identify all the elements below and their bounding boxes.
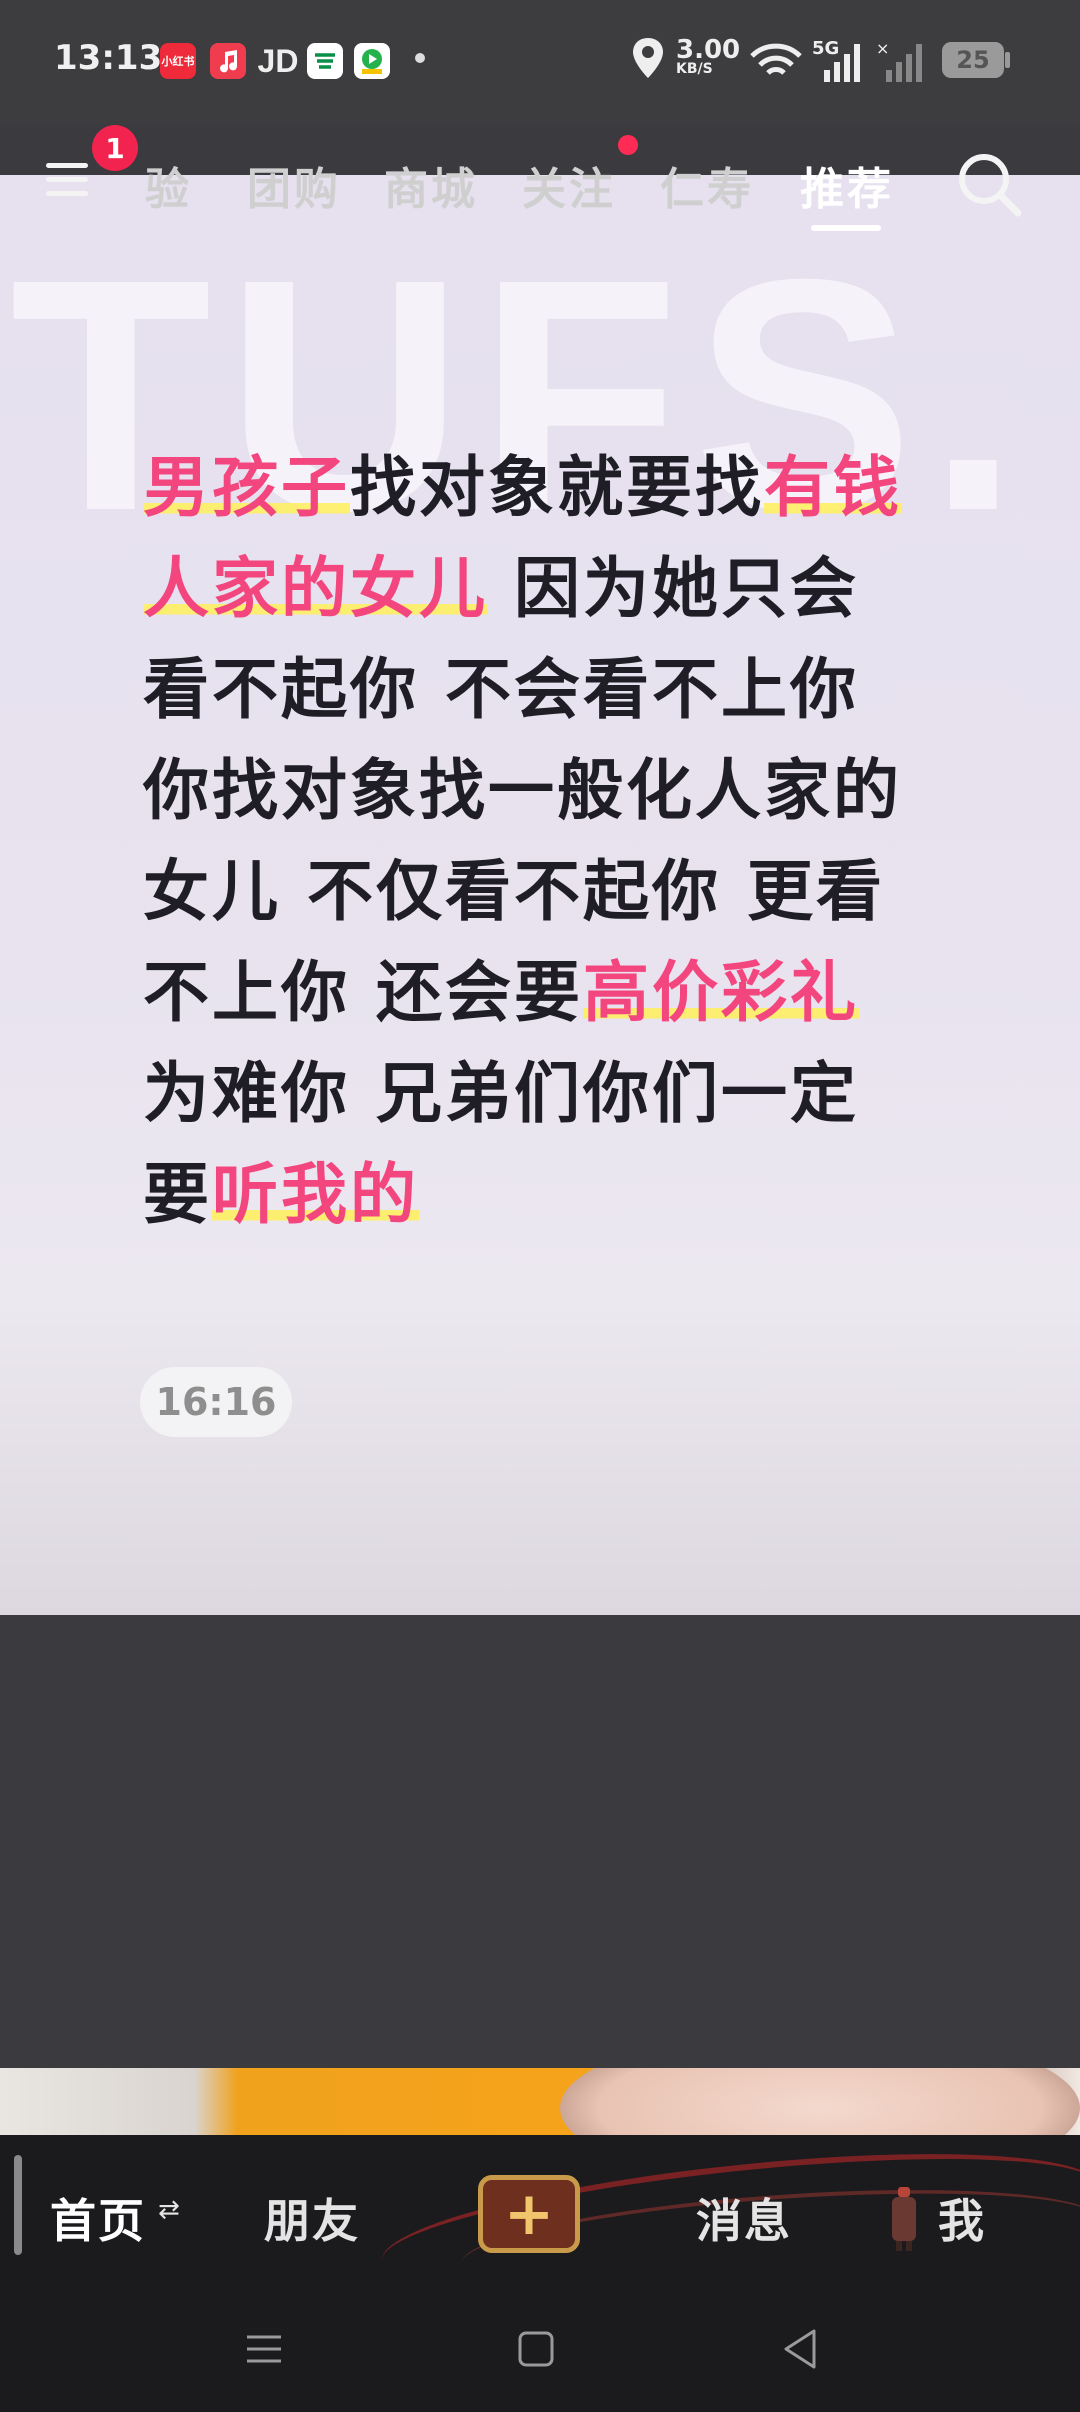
preview-image: [560, 2068, 1080, 2136]
active-tab-indicator: [811, 225, 881, 231]
create-button[interactable]: +: [478, 2175, 580, 2253]
body-text: 因为她只会: [488, 550, 859, 627]
post-text-line: 不上你 还会要高价彩礼: [143, 942, 963, 1043]
top-nav: 1 验 团购 商城 关注 仁寿 推荐: [0, 125, 1080, 231]
following-red-dot: [618, 135, 638, 155]
tab-recommend[interactable]: 推荐: [800, 153, 894, 217]
menu-line: [46, 163, 88, 168]
post-text-line: 女儿 不仅看不起你 更看: [143, 841, 963, 942]
more-notifications-dot: [415, 53, 425, 63]
highlighted-text: 有钱: [764, 449, 902, 526]
network-speed: 3.00 KB/S: [676, 35, 741, 77]
body-text: 为难你 兄弟们你们一定: [143, 1055, 859, 1132]
tab-friends[interactable]: 朋友: [264, 2185, 360, 2251]
tab-experience[interactable]: 验: [145, 153, 192, 217]
signal-icon-2: ×: [876, 40, 922, 82]
body-text: 不上你 还会要: [143, 954, 583, 1031]
side-handle[interactable]: [14, 2155, 22, 2255]
battery-icon: 25: [942, 42, 1004, 78]
status-time: 13:13: [54, 38, 163, 78]
svg-text:×: ×: [876, 40, 889, 58]
tab-me[interactable]: 我: [938, 2185, 986, 2251]
body-text: 你找对象找一般化人家的: [143, 752, 902, 829]
back-icon[interactable]: [780, 2327, 820, 2371]
xiaohongshu-app-icon: 小红书: [160, 43, 196, 79]
highlighted-text: 男孩子: [143, 449, 350, 526]
search-icon[interactable]: [950, 145, 1030, 225]
post-text: 男孩子找对象就要找有钱 人家的女儿 因为她只会 看不起你 不会看不上你 你找对象找一般…: [143, 437, 963, 1245]
status-bar: 13:13 小红书 JD 3.00 KB/S 5G × 25: [0, 0, 1080, 125]
bottom-tab-bar: 首页 ⇄ 朋友 + 消息 我: [0, 2135, 1080, 2285]
tab-renshou[interactable]: 仁寿: [660, 153, 754, 217]
tab-messages[interactable]: 消息: [696, 2185, 792, 2251]
tab-mall[interactable]: 商城: [384, 153, 478, 217]
plus-icon: +: [503, 2179, 555, 2249]
body-text: 要: [143, 1156, 212, 1233]
recent-apps-icon[interactable]: [244, 2329, 284, 2369]
post-text-line: 为难你 兄弟们你们一定: [143, 1043, 963, 1144]
jd-app-icon: JD: [257, 42, 299, 79]
post-app-icon: [307, 43, 343, 79]
time-tag: 16:16: [140, 1367, 292, 1437]
post-card[interactable]: TUFS. 男孩子找对象就要找有钱 人家的女儿 因为她只会 看不起你 不会看不上你你…: [0, 175, 1080, 1615]
post-text-line: 你找对象找一般化人家的: [143, 740, 963, 841]
battery-tip: [1005, 52, 1010, 68]
body-text: 找对象就要找: [350, 449, 764, 526]
body-text: 看不起你 不会看不上你: [143, 651, 859, 728]
music-app-icon: [210, 43, 246, 79]
swap-icon[interactable]: ⇄: [158, 2195, 180, 2225]
tab-group-buy[interactable]: 团购: [247, 153, 341, 217]
system-nav-bar: [0, 2285, 1080, 2412]
menu-notification-badge: 1: [92, 125, 138, 171]
menu-button[interactable]: [40, 155, 100, 205]
wifi-icon: [750, 43, 802, 75]
location-icon: [633, 38, 663, 78]
me-decoration-icon: [892, 2187, 916, 2251]
tab-home[interactable]: 首页: [50, 2185, 146, 2251]
highlighted-text: 人家的女儿: [143, 550, 488, 627]
home-icon[interactable]: [516, 2329, 556, 2369]
signal-icon-1: [824, 44, 860, 82]
post-text-line: 男孩子找对象就要找有钱: [143, 437, 963, 538]
video-letterbox: [0, 1615, 1080, 2070]
menu-line: [46, 177, 88, 182]
menu-line: [46, 191, 88, 196]
video-app-icon: [354, 43, 390, 79]
highlighted-text: 高价彩礼: [582, 954, 859, 1031]
post-text-line: 人家的女儿 因为她只会: [143, 538, 963, 639]
body-text: 女儿 不仅看不起你 更看: [143, 853, 885, 930]
next-video-preview[interactable]: [0, 2068, 1080, 2136]
tab-following[interactable]: 关注: [522, 153, 616, 217]
highlighted-text: 听我的: [212, 1156, 419, 1233]
post-text-line: 看不起你 不会看不上你: [143, 639, 963, 740]
post-text-line: 要听我的: [143, 1144, 963, 1245]
